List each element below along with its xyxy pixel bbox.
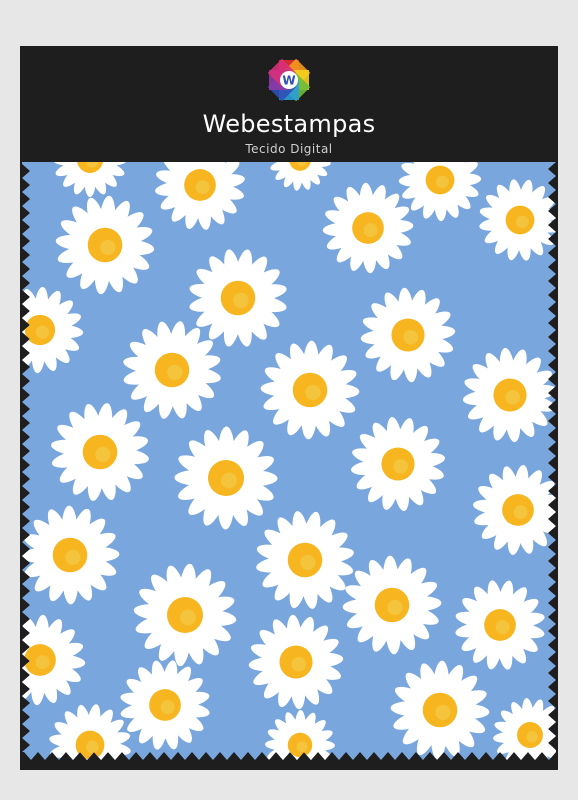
daisy-flower <box>174 426 278 530</box>
fabric-swatch-mockup: W Webestampas Tecido Digital <box>0 0 578 800</box>
brand-subtitle: Tecido Digital <box>245 142 333 156</box>
daisy-flower <box>22 505 120 605</box>
webestampas-logo: W <box>267 58 311 102</box>
brand-name: Webestampas <box>202 110 376 138</box>
svg-text:W: W <box>282 74 295 88</box>
brand-header: W Webestampas Tecido Digital <box>0 0 578 170</box>
daisy-fabric-sample <box>22 162 556 760</box>
